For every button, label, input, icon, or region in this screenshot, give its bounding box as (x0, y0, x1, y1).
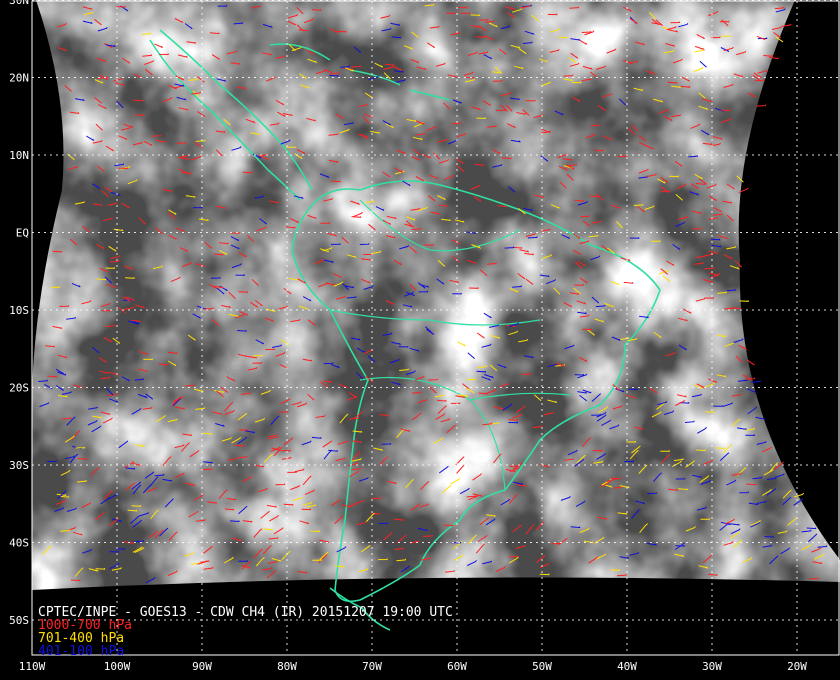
latitude-label: 30N (9, 0, 29, 7)
latitude-label: 30S (9, 459, 29, 472)
longitude-label: 40W (617, 660, 637, 673)
wind-barb (756, 104, 767, 107)
latitude-label: 20N (9, 72, 29, 85)
longitude-label: 110W (19, 660, 46, 673)
longitude-label: 70W (362, 660, 382, 673)
satellite-wind-map: 30N 20N 10N EQ 10S 20S 30S 40S 50S 110W 100W 90W 80… (9, 0, 840, 673)
longitude-label: 100W (104, 660, 131, 673)
latitude-label: 50S (9, 614, 29, 627)
longitude-label: 30W (702, 660, 722, 673)
longitude-label: 80W (277, 660, 297, 673)
legend-high-level: 401-100 hPa (38, 644, 124, 659)
longitude-label: 60W (447, 660, 467, 673)
longitude-label: 20W (787, 660, 807, 673)
longitude-label: 90W (192, 660, 212, 673)
longitude-label: 50W (532, 660, 552, 673)
latitude-label: 10N (9, 149, 29, 162)
longitude-labels: 110W 100W 90W 80W 70W 60W 50W 40W 30W 20W (19, 660, 808, 673)
latitude-label: 20S (9, 382, 29, 395)
latitude-labels: 30N 20N 10N EQ 10S 20S 30S 40S 50S (9, 0, 29, 627)
latitude-label: EQ (16, 227, 29, 240)
latitude-label: 10S (9, 304, 29, 317)
latitude-label: 40S (9, 537, 29, 550)
wind-barb (739, 300, 749, 302)
